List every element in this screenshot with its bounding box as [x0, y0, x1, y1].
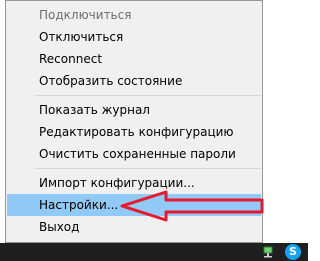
menu-separator	[35, 168, 261, 169]
menu-item-reconnect[interactable]: Reconnect	[7, 48, 261, 70]
menu-item-edit-config[interactable]: Редактировать конфигурацию	[7, 121, 261, 143]
menu-separator	[35, 95, 261, 96]
menu-item-show-log[interactable]: Показать журнал	[7, 99, 261, 121]
skype-icon[interactable]: S	[285, 244, 301, 260]
menu-item-disconnect[interactable]: Отключиться	[7, 26, 261, 48]
taskbar: S	[0, 243, 308, 261]
menu-item-connect[interactable]: Подключиться	[7, 4, 261, 26]
arrow-shape	[120, 190, 264, 222]
menu-item-clear-passwords[interactable]: Очистить сохраненные пароли	[7, 143, 261, 165]
network-icon[interactable]	[263, 246, 275, 258]
menu-item-show-status[interactable]: Отобразить состояние	[7, 70, 261, 92]
red-arrow-annotation	[120, 190, 264, 222]
